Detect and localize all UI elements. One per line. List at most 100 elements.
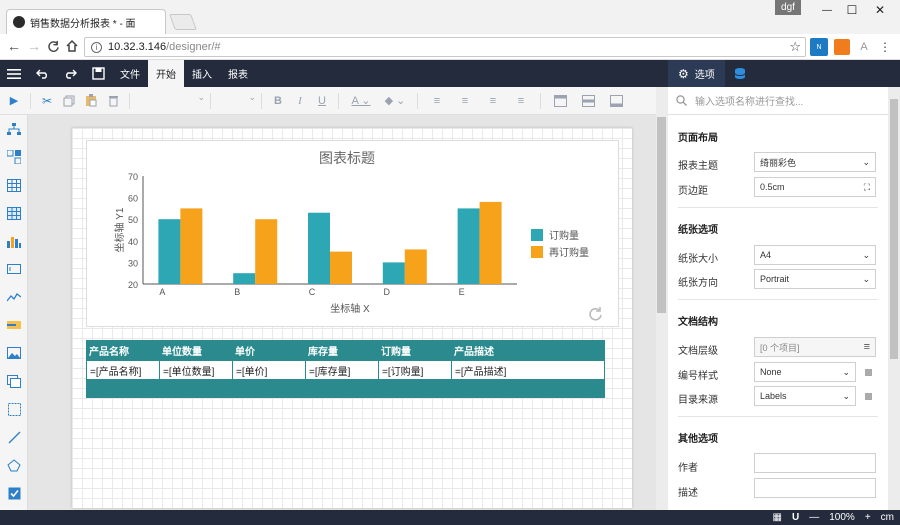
chart-control[interactable]: 图表标题 20 30 40 50 60 70 A B C D E 坐标轴 X 坐标轴 Y1 订购量 再订购量 bbox=[86, 140, 619, 327]
minimize-button[interactable]: — bbox=[815, 2, 839, 18]
chart-tool-icon[interactable] bbox=[0, 227, 28, 255]
line-tool-icon[interactable] bbox=[0, 423, 28, 451]
table-tool-icon[interactable] bbox=[0, 171, 28, 199]
back-icon[interactable]: ← bbox=[6, 38, 22, 54]
numbering-reset-button[interactable] bbox=[865, 369, 872, 376]
tab-data-source[interactable] bbox=[725, 60, 755, 87]
cut-icon[interactable]: ✂ bbox=[39, 93, 55, 109]
hamburger-menu-icon[interactable] bbox=[0, 60, 28, 87]
table-header-cell[interactable]: 产品描述 bbox=[451, 340, 605, 360]
shape-tool-icon[interactable] bbox=[0, 451, 28, 479]
hierarchy-icon[interactable] bbox=[0, 115, 28, 143]
toc-reset-button[interactable] bbox=[865, 393, 872, 400]
close-window-button[interactable]: ✕ bbox=[868, 2, 892, 18]
search-input[interactable]: 输入选项名称进行查找... bbox=[695, 93, 803, 108]
zoom-in-button[interactable]: + bbox=[865, 512, 871, 523]
checkbox-tool-icon[interactable] bbox=[0, 479, 28, 507]
paste-icon[interactable] bbox=[83, 93, 99, 109]
address-bar[interactable]: i 10.32.3.146/designer/# ☆ bbox=[84, 37, 806, 57]
author-input[interactable] bbox=[754, 453, 876, 473]
description-input[interactable] bbox=[754, 478, 876, 498]
align-justify-icon[interactable]: ≡ bbox=[513, 93, 529, 109]
reload-icon[interactable] bbox=[45, 38, 61, 54]
grid-icon[interactable]: ▦ bbox=[773, 512, 782, 523]
zoom-level[interactable]: 100% bbox=[829, 512, 855, 523]
font-color-icon[interactable]: A ⌄ bbox=[347, 93, 375, 109]
align-right-icon[interactable]: ≡ bbox=[485, 93, 501, 109]
panel-scrollbar[interactable] bbox=[888, 87, 900, 510]
table-cell[interactable]: =[单位数量] bbox=[160, 361, 233, 379]
underline-icon[interactable]: U bbox=[314, 93, 330, 109]
bullet-tool-icon[interactable] bbox=[0, 311, 28, 339]
image-tool-icon[interactable] bbox=[0, 339, 28, 367]
menu-report[interactable]: 报表 bbox=[220, 60, 256, 87]
report-page[interactable]: 图表标题 20 30 40 50 60 70 A B C D E 坐标轴 X 坐标轴 Y1 订购量 再订购量 … bbox=[72, 128, 632, 508]
table-header-cell[interactable]: 库存量 bbox=[305, 340, 378, 360]
numbering-select[interactable]: None ⌄ bbox=[754, 362, 856, 382]
unit-label[interactable]: cm bbox=[881, 512, 894, 523]
orientation-select[interactable]: Portrait ⌄ bbox=[754, 269, 876, 289]
bookmark-star-icon[interactable]: ☆ bbox=[789, 39, 801, 55]
forward-icon[interactable]: → bbox=[26, 38, 42, 54]
table-footer-row[interactable] bbox=[86, 380, 605, 398]
table-cell[interactable]: =[库存量] bbox=[306, 361, 379, 379]
menu-file[interactable]: 文件 bbox=[112, 60, 148, 87]
font-family-select[interactable]: ⌄ bbox=[135, 92, 205, 110]
font-size-select[interactable]: ⌄ bbox=[216, 92, 256, 110]
fill-color-icon[interactable]: ◆ ⌄ bbox=[381, 93, 409, 109]
data-table[interactable]: 产品名称 单位数量 单价 库存量 订购量 产品描述 =[产品名称] =[单位数量… bbox=[86, 340, 605, 398]
snap-icon[interactable]: U bbox=[792, 512, 799, 523]
subreport-tool-icon[interactable] bbox=[0, 367, 28, 395]
valign-middle-icon[interactable] bbox=[580, 93, 596, 109]
delete-icon[interactable] bbox=[105, 93, 121, 109]
valign-bottom-icon[interactable] bbox=[608, 93, 624, 109]
canvas-scroll-thumb[interactable] bbox=[657, 117, 666, 313]
paper-size-select[interactable]: A4 ⌄ bbox=[754, 245, 876, 265]
list-icon[interactable]: ≡ bbox=[864, 341, 870, 353]
browser-menu-icon[interactable]: ⋮ bbox=[878, 39, 892, 55]
margin-input[interactable]: 0.5cm ⛶ bbox=[754, 177, 876, 197]
table-cell[interactable]: =[单价] bbox=[233, 361, 306, 379]
select-pointer-icon[interactable]: ▶ bbox=[6, 93, 22, 109]
panel-scroll-thumb[interactable] bbox=[890, 99, 898, 359]
menu-insert[interactable]: 插入 bbox=[184, 60, 220, 87]
toc-source-select[interactable]: Labels ⌄ bbox=[754, 386, 856, 406]
align-center-icon[interactable]: ≡ bbox=[457, 93, 473, 109]
textbox-tool-icon[interactable] bbox=[0, 255, 28, 283]
table-header-cell[interactable]: 单位数量 bbox=[159, 340, 232, 360]
maximize-button[interactable]: ☐ bbox=[840, 2, 864, 18]
option-search[interactable]: 输入选项名称进行查找... bbox=[668, 87, 888, 115]
home-icon[interactable] bbox=[64, 38, 80, 54]
refresh-chart-icon[interactable] bbox=[587, 305, 603, 321]
expand-icon[interactable]: ⛶ bbox=[864, 182, 870, 193]
browser-user-badge[interactable]: dgf bbox=[775, 0, 801, 15]
table-cell[interactable]: =[产品名称] bbox=[87, 361, 160, 379]
theme-select[interactable]: 绮丽彩色 ⌄ bbox=[754, 152, 876, 172]
matrix-tool-icon[interactable] bbox=[0, 199, 28, 227]
list-tool-icon[interactable] bbox=[0, 143, 28, 171]
table-header-cell[interactable]: 产品名称 bbox=[86, 340, 159, 360]
tab-options[interactable]: ⚙ 选项 bbox=[668, 60, 725, 87]
canvas-scrollbar[interactable] bbox=[656, 87, 668, 510]
save-icon[interactable] bbox=[84, 60, 112, 87]
table-header-cell[interactable]: 单价 bbox=[232, 340, 305, 360]
menu-start[interactable]: 开始 bbox=[148, 60, 184, 87]
doc-level-field[interactable]: [0 个项目] ≡ bbox=[754, 337, 876, 357]
align-left-icon[interactable]: ≡ bbox=[429, 93, 445, 109]
bold-icon[interactable]: B bbox=[270, 93, 286, 109]
zoom-out-button[interactable]: — bbox=[809, 512, 819, 523]
extension-font-icon[interactable]: A bbox=[857, 39, 871, 55]
design-canvas[interactable]: 图表标题 20 30 40 50 60 70 A B C D E 坐标轴 X 坐标轴 Y1 订购量 再订购量 … bbox=[28, 115, 656, 510]
extension-new-icon[interactable]: N bbox=[810, 38, 828, 56]
valign-top-icon[interactable] bbox=[552, 93, 568, 109]
container-tool-icon[interactable] bbox=[0, 395, 28, 423]
table-cell[interactable]: =[订购量] bbox=[379, 361, 452, 379]
sparkline-tool-icon[interactable] bbox=[0, 283, 28, 311]
extension-chart-icon[interactable] bbox=[834, 39, 850, 55]
undo-icon[interactable] bbox=[28, 60, 56, 87]
redo-icon[interactable] bbox=[56, 60, 84, 87]
copy-icon[interactable] bbox=[61, 93, 77, 109]
italic-icon[interactable]: I bbox=[292, 93, 308, 109]
browser-tab[interactable]: 销售数据分析报表 * - 面 bbox=[6, 9, 166, 34]
table-header-cell[interactable]: 订购量 bbox=[378, 340, 451, 360]
